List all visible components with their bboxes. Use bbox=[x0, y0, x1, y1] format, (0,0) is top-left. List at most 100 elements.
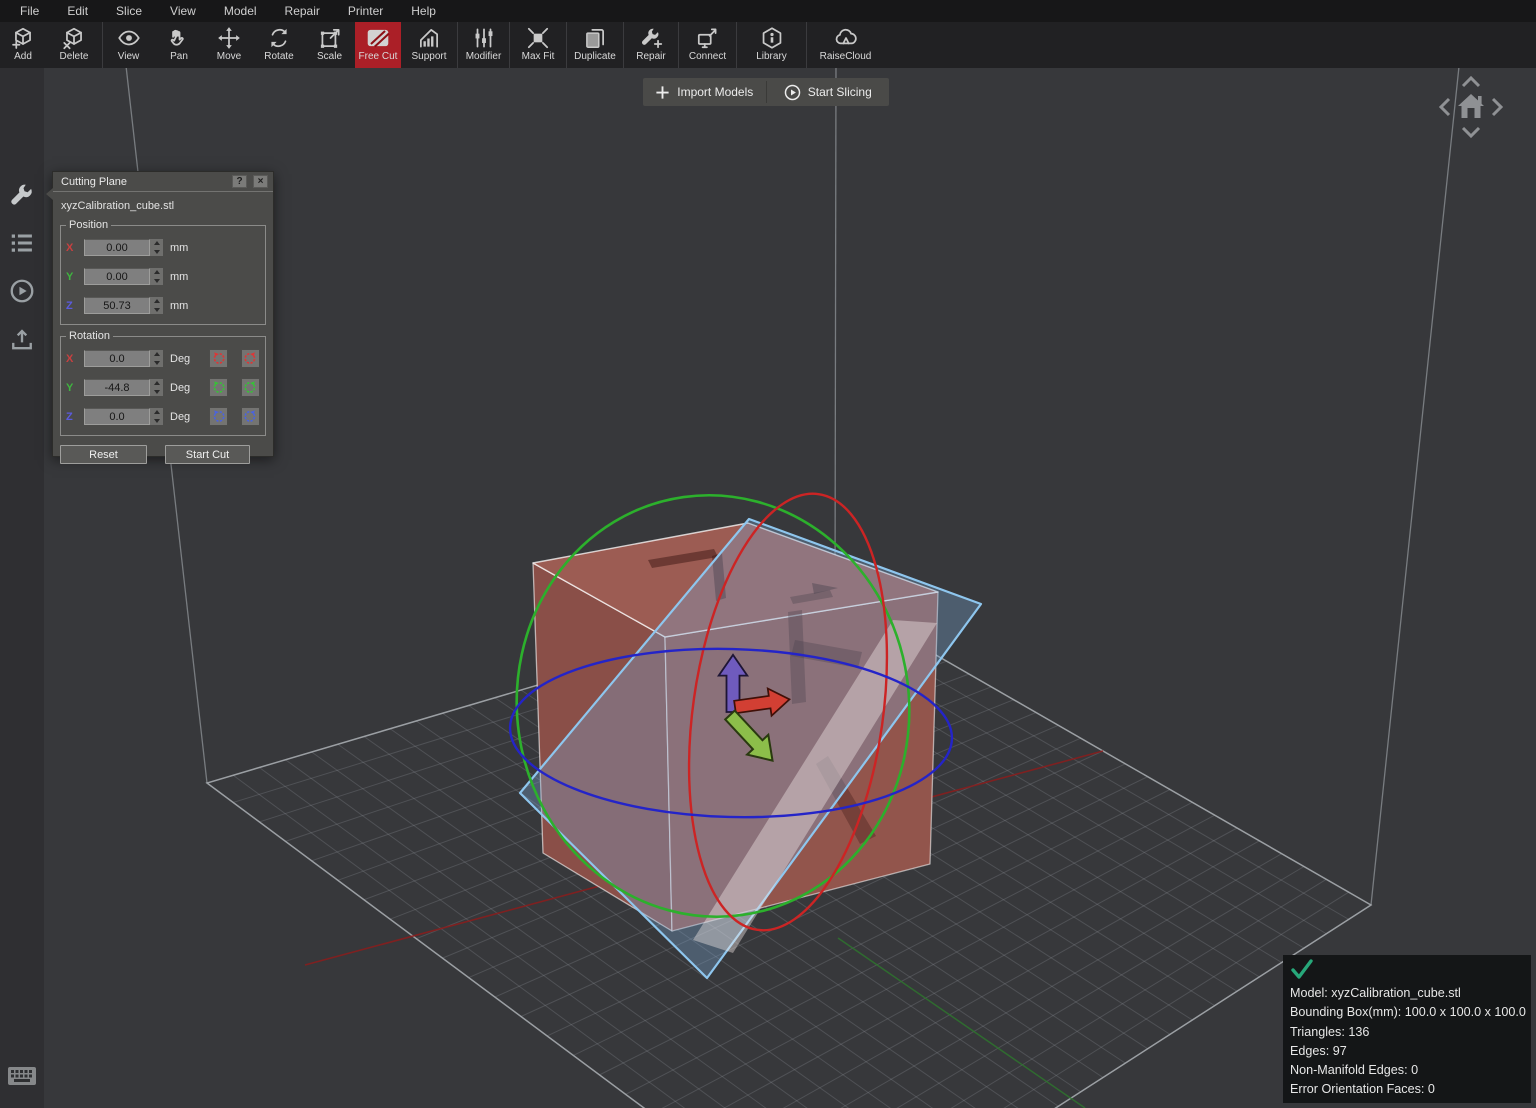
menu-edit[interactable]: Edit bbox=[53, 0, 102, 22]
view-button[interactable]: View bbox=[102, 22, 154, 68]
raisecloud-button[interactable]: RaiseCloud bbox=[806, 22, 884, 68]
pan-button[interactable]: Pan bbox=[154, 22, 204, 68]
sidebar-model-list-button[interactable] bbox=[4, 225, 40, 261]
nav-home-button[interactable] bbox=[1458, 94, 1484, 118]
reset-button[interactable]: Reset bbox=[60, 445, 147, 464]
rotate-ccw-icon bbox=[211, 351, 226, 366]
max-fit-button[interactable]: Max Fit bbox=[509, 22, 566, 68]
stepper-up-icon[interactable] bbox=[150, 239, 163, 248]
menu-slice[interactable]: Slice bbox=[102, 0, 156, 22]
rotate-y-cw-button[interactable] bbox=[241, 378, 260, 397]
delete-button[interactable]: Delete bbox=[46, 22, 102, 68]
import-models-button[interactable]: Import Models bbox=[643, 78, 766, 106]
position-y-row: Y mm bbox=[66, 262, 260, 291]
rotate-icon bbox=[266, 25, 292, 51]
add-model-icon bbox=[10, 25, 36, 51]
nav-down-arrow[interactable] bbox=[1463, 128, 1479, 136]
stepper-up-icon[interactable] bbox=[150, 297, 163, 306]
add-button[interactable]: Add bbox=[0, 22, 46, 68]
stepper-up-icon[interactable] bbox=[150, 350, 163, 359]
info-triangles: Triangles: 136 bbox=[1290, 1023, 1531, 1042]
modifier-button[interactable]: Modifier bbox=[457, 22, 509, 68]
stepper-up-icon[interactable] bbox=[150, 379, 163, 388]
nav-right-arrow[interactable] bbox=[1493, 99, 1501, 115]
library-button[interactable]: Library bbox=[736, 22, 806, 68]
position-x-row: X mm bbox=[66, 233, 260, 262]
menu-view[interactable]: View bbox=[156, 0, 210, 22]
free-cut-button[interactable]: Free Cut bbox=[355, 22, 401, 68]
stepper-up-icon[interactable] bbox=[150, 408, 163, 417]
support-button[interactable]: Support bbox=[401, 22, 457, 68]
keyboard-shortcuts-button[interactable] bbox=[6, 1064, 38, 1088]
rotate-cw-icon bbox=[243, 351, 258, 366]
stepper-down-icon[interactable] bbox=[150, 359, 163, 368]
dialog-help-button[interactable]: ? bbox=[232, 175, 247, 188]
play-circle-icon bbox=[8, 277, 36, 305]
menu-printer[interactable]: Printer bbox=[334, 0, 397, 22]
unit-label: Deg bbox=[170, 411, 196, 423]
rotation-group: Rotation X Deg Y Deg Z Deg bbox=[60, 330, 266, 436]
menu-file[interactable]: File bbox=[6, 0, 53, 22]
unit-label: mm bbox=[170, 271, 196, 283]
stepper-down-icon[interactable] bbox=[150, 306, 163, 315]
repair-button[interactable]: Repair bbox=[623, 22, 678, 68]
3d-viewport[interactable] bbox=[0, 0, 1536, 1108]
menu-repair[interactable]: Repair bbox=[271, 0, 334, 22]
rotate-z-ccw-button[interactable] bbox=[209, 407, 228, 426]
delete-model-icon bbox=[61, 25, 87, 51]
duplicate-button[interactable]: Duplicate bbox=[566, 22, 623, 68]
rotation-x-input[interactable] bbox=[84, 350, 150, 367]
position-z-row: Z mm bbox=[66, 291, 260, 320]
sidebar-export-button[interactable] bbox=[4, 322, 40, 358]
scale-button[interactable]: Scale bbox=[304, 22, 355, 68]
y-axis-label: Y bbox=[66, 382, 84, 394]
rotation-y-input[interactable] bbox=[84, 379, 150, 396]
connect-button[interactable]: Connect bbox=[678, 22, 736, 68]
dialog-titlebar[interactable]: Cutting Plane ? × bbox=[53, 172, 273, 192]
menu-help[interactable]: Help bbox=[397, 0, 450, 22]
stepper-down-icon[interactable] bbox=[150, 417, 163, 426]
sidebar-settings-button[interactable] bbox=[4, 178, 40, 214]
menu-model[interactable]: Model bbox=[210, 0, 271, 22]
pan-hand-icon bbox=[166, 25, 192, 51]
position-y-input[interactable] bbox=[84, 268, 150, 285]
rotation-y-stepper bbox=[150, 379, 163, 396]
unit-label: mm bbox=[170, 242, 196, 254]
rotate-z-cw-button[interactable] bbox=[241, 407, 260, 426]
stepper-up-icon[interactable] bbox=[150, 268, 163, 277]
modifier-icon bbox=[471, 25, 497, 51]
move-button[interactable]: Move bbox=[204, 22, 254, 68]
unit-label: Deg bbox=[170, 382, 196, 394]
rotate-x-cw-button[interactable] bbox=[241, 349, 260, 368]
start-cut-button[interactable]: Start Cut bbox=[165, 445, 250, 464]
start-slicing-button[interactable]: Start Slicing bbox=[767, 78, 890, 106]
rotation-z-input[interactable] bbox=[84, 408, 150, 425]
position-group: Position X mm Y mm Z mm bbox=[60, 219, 266, 325]
sidebar-preview-button[interactable] bbox=[4, 273, 40, 309]
rotate-x-ccw-button[interactable] bbox=[209, 349, 228, 368]
cutting-plane-dialog: Cutting Plane ? × xyzCalibration_cube.st… bbox=[52, 171, 274, 457]
position-z-input[interactable] bbox=[84, 297, 150, 314]
nav-left-arrow[interactable] bbox=[1441, 99, 1449, 115]
rotate-button[interactable]: Rotate bbox=[254, 22, 304, 68]
position-y-stepper bbox=[150, 268, 163, 285]
position-x-stepper bbox=[150, 239, 163, 256]
z-axis-label: Z bbox=[66, 411, 84, 423]
info-model-name: Model: xyzCalibration_cube.stl bbox=[1290, 984, 1531, 1003]
info-non-manifold: Non-Manifold Edges: 0 bbox=[1290, 1061, 1531, 1080]
rotate-y-ccw-button[interactable] bbox=[209, 378, 228, 397]
stepper-down-icon[interactable] bbox=[150, 248, 163, 257]
rotation-x-stepper bbox=[150, 350, 163, 367]
nav-up-arrow[interactable] bbox=[1463, 78, 1479, 86]
dialog-model-name: xyzCalibration_cube.stl bbox=[53, 192, 273, 214]
view-eye-icon bbox=[116, 25, 142, 51]
rotate-ccw-icon bbox=[211, 380, 226, 395]
position-x-input[interactable] bbox=[84, 239, 150, 256]
y-axis-label: Y bbox=[66, 271, 84, 283]
stepper-down-icon[interactable] bbox=[150, 388, 163, 397]
dialog-close-button[interactable]: × bbox=[253, 175, 268, 188]
raisecloud-icon bbox=[833, 25, 859, 51]
rotate-cw-icon bbox=[243, 409, 258, 424]
stepper-down-icon[interactable] bbox=[150, 277, 163, 286]
rotation-z-stepper bbox=[150, 408, 163, 425]
